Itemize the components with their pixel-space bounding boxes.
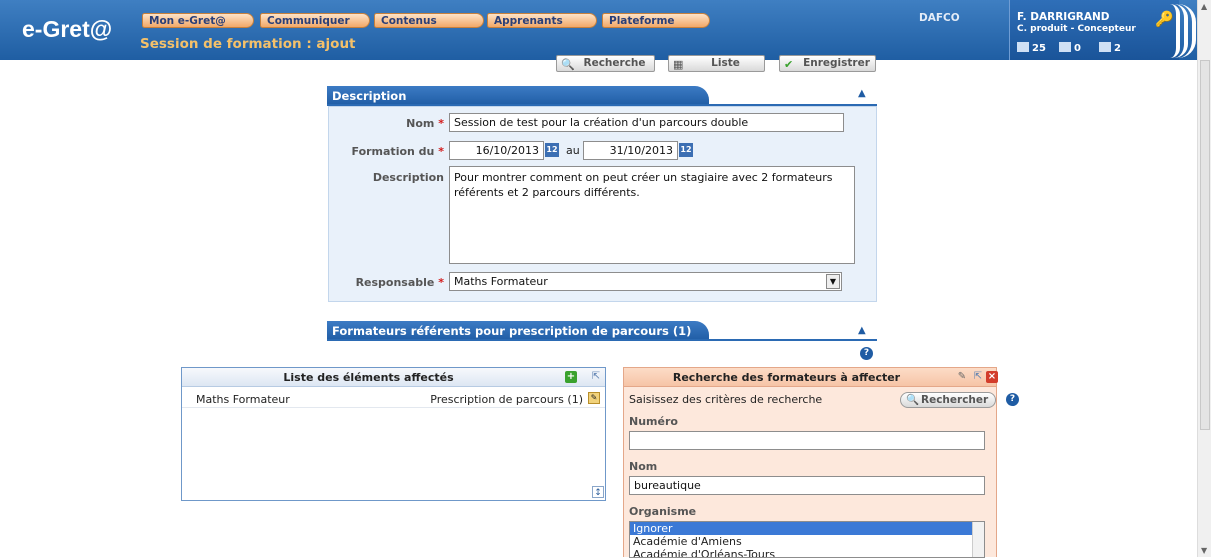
organisme-label: Organisme [629,505,697,518]
clear-icon[interactable]: ✎ [956,371,968,383]
resize-icon[interactable]: ↕ [592,486,604,498]
page-scrollbar[interactable]: ▲ ▼ [1197,0,1211,557]
assigned-item-name: Maths Formateur [196,393,290,406]
add-icon[interactable]: + [565,371,577,383]
mail-counter[interactable]: 0 [1059,42,1081,54]
logo-arcs-decoration [1172,4,1200,58]
list-button[interactable]: ▦ Liste [668,55,765,72]
mail-count: 0 [1074,43,1081,54]
chat-icon [1099,42,1111,52]
user-panel: F. DARRIGRAND C. produit - Concepteur 🔑 … [1009,0,1179,60]
rechercher-button[interactable]: 🔍 Rechercher [900,392,996,408]
assigned-list-title: Liste des éléments affectés [283,371,454,384]
menu-plateforme[interactable]: Plateforme [602,13,710,28]
organisme-option[interactable]: Académie d'Amiens [630,535,984,548]
menu-contenus[interactable]: Contenus [374,13,484,28]
trainer-search-panel: Recherche des formateurs à affecter ✎ ⇱ … [623,367,998,558]
page-title: Session de formation : ajout [140,36,356,52]
description-section-header: Description [327,86,709,106]
help-icon[interactable]: ? [860,347,873,360]
list-item[interactable]: Maths Formateur Prescription de parcours… [182,388,605,408]
organisation-label: DAFCO [919,12,960,24]
numero-field[interactable] [629,431,985,450]
users-count: 25 [1032,43,1046,54]
responsable-select[interactable]: Maths Formateur ▼ [449,272,842,291]
menu-communiquer[interactable]: Communiquer [260,13,370,28]
user-role: C. produit - Concepteur [1017,24,1136,34]
check-icon: ✔ [784,58,794,71]
search-hint: Saisissez des critères de recherche [629,393,823,406]
collapse-description-icon[interactable]: ▲ [858,88,866,99]
list-icon: ▦ [673,58,684,71]
mail-icon [1059,42,1071,52]
assigned-item-action[interactable]: Prescription de parcours (1) [430,393,583,406]
listbox-scrollbar[interactable] [972,522,984,557]
edit-pencil-icon[interactable]: ✎ [588,392,600,404]
search-button[interactable]: 🔍 Recherche [556,55,655,72]
organisme-listbox[interactable]: Ignorer Académie d'Amiens Académie d'Orl… [629,521,985,558]
expand-icon[interactable]: ⇱ [972,371,984,383]
scrollbar-thumb[interactable] [1200,60,1210,430]
description-panel: Nom * Session de test pour la création d… [328,106,877,302]
magnifier-icon: 🔍 [561,58,575,71]
description-textarea[interactable]: Pour montrer comment on peut créer un st… [449,166,855,264]
nom-field[interactable]: bureautique [629,476,985,495]
app-logo[interactable]: e-Gret@ [22,16,112,43]
magnifier-icon: 🔍 [906,394,920,406]
scroll-down-icon[interactable]: ▼ [1201,546,1207,555]
users-counter[interactable]: 25 [1017,42,1046,54]
users-icon [1017,42,1029,52]
scroll-up-icon[interactable]: ▲ [1201,2,1207,11]
close-icon[interactable]: × [986,371,998,383]
collapse-trainers-icon[interactable]: ▲ [858,325,866,336]
date-label: Formation du * [351,145,445,158]
chat-count: 2 [1114,43,1121,54]
calendar-to-icon[interactable]: 12 [679,143,693,157]
expand-icon[interactable]: ⇱ [590,371,602,383]
search-panel-title: Recherche des formateurs à affecter [672,371,901,384]
nom-label: Nom [629,460,658,473]
assigned-list-header: Liste des éléments affectés + ⇱ [182,368,605,387]
responsable-value: Maths Formateur [454,275,548,288]
assigned-list-panel: Liste des éléments affectés + ⇱ Maths Fo… [181,367,606,501]
name-field[interactable]: Session de test pour la création d'un pa… [449,113,844,132]
search-help-icon[interactable]: ? [1006,393,1019,406]
save-button[interactable]: ✔ Enregistrer [779,55,876,72]
date-from-field[interactable]: 16/10/2013 [449,141,544,160]
dropdown-arrow-icon[interactable]: ▼ [826,274,840,289]
section-divider [327,339,877,341]
calendar-from-icon[interactable]: 12 [545,143,559,157]
responsable-label: Responsable * [355,276,444,289]
name-label: Nom * [406,117,444,130]
date-separator: au [566,144,580,157]
search-panel-header: Recherche des formateurs à affecter ✎ ⇱ … [624,368,998,387]
description-label: Description [372,171,444,184]
user-name[interactable]: F. DARRIGRAND [1017,11,1110,23]
date-to-field[interactable]: 31/10/2013 [583,141,678,160]
trainers-section-header: Formateurs référents pour prescription d… [327,321,709,341]
menu-mon-egreta[interactable]: Mon e-Gret@ [142,13,254,28]
app-header: e-Gret@ Mon e-Gret@ Communiquer Contenus… [0,0,1197,60]
organisme-option[interactable]: Ignorer [630,522,984,535]
menu-apprenants[interactable]: Apprenants [487,13,597,28]
chat-counter[interactable]: 2 [1099,42,1121,54]
numero-label: Numéro [629,415,678,428]
